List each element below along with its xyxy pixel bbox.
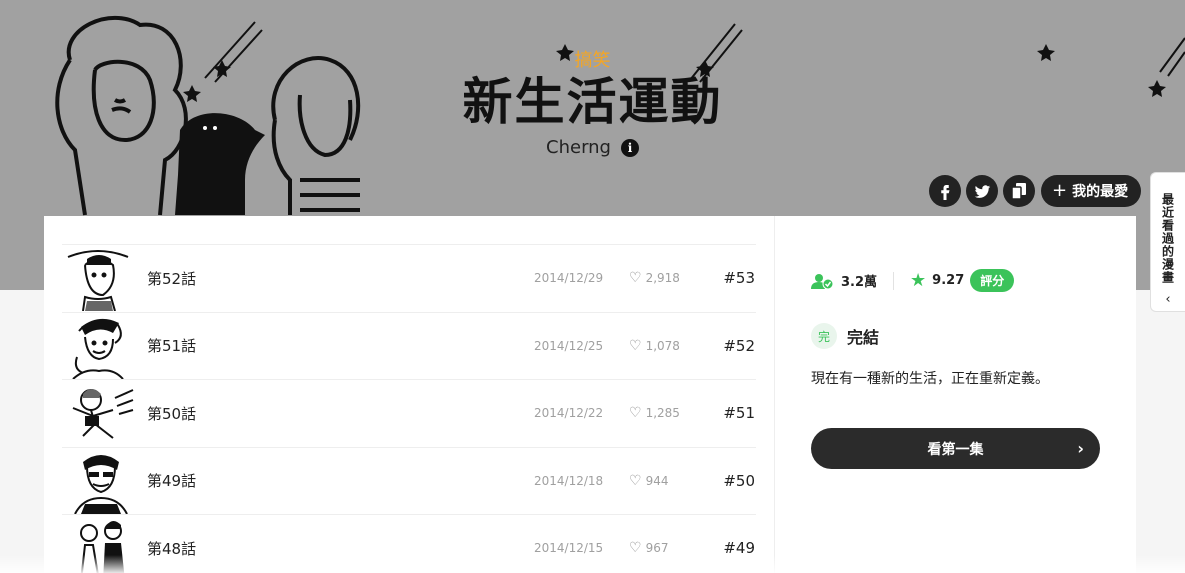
plus-icon: + (1052, 180, 1068, 201)
episode-row[interactable]: 第51話 2014/12/25 ♡ 1,078 #52 (62, 312, 756, 380)
comic-page: 搞笑 新生活運動 Cherng i + 我的最愛 最近看過的漫畫 ‹ 第52話 … (0, 0, 1185, 573)
episode-title: 第52話 (147, 269, 197, 288)
panel-divider (774, 216, 775, 573)
twitter-share-button[interactable] (966, 175, 998, 207)
heart-icon: ♡ (629, 540, 642, 557)
episode-title: 第48話 (147, 539, 197, 558)
episode-date: 2014/12/25 (534, 338, 604, 353)
episode-likes: ♡ 1,078 (629, 338, 680, 354)
completion-status: 完 完結 (811, 323, 879, 349)
episode-title: 第49話 (147, 472, 197, 491)
facebook-share-button[interactable] (929, 175, 961, 207)
facebook-icon (941, 185, 950, 200)
add-favorite-button[interactable]: + 我的最愛 (1041, 175, 1142, 207)
episode-row[interactable]: 第52話 2014/12/29 ♡ 2,918 #53 (62, 245, 756, 313)
episode-date: 2014/12/22 (534, 406, 604, 421)
episode-list: 第52話 2014/12/29 ♡ 2,918 #53 第51話 2014/12/… (62, 244, 756, 573)
episode-row[interactable]: 第50話 2014/12/22 ♡ 1,285 #51 (62, 380, 756, 448)
episode-like-count: 944 (645, 473, 669, 488)
episode-like-count: 2,918 (645, 271, 680, 286)
episode-title: 第51話 (147, 337, 197, 356)
twitter-icon (974, 184, 990, 198)
rating-value: 9.27 (932, 273, 965, 288)
episode-number: #50 (723, 471, 755, 490)
comic-description: 現在有一種新的生活，正在重新定義。 (811, 371, 1049, 387)
comic-info-sidebar: 3.2萬 ★ 9.27 評分 完 完結 現在有一種新的生活，正在重新定義。 看第… (811, 216, 1111, 573)
episode-row[interactable]: 第49話 2014/12/18 ♡ 944 #50 (62, 447, 756, 515)
subscribers-icon (811, 273, 834, 289)
recent-comics-label: 最近看過的漫畫 (1160, 193, 1175, 284)
episode-likes: ♡ 944 (629, 473, 668, 489)
episode-thumbnail (63, 312, 134, 379)
episode-number: #49 (723, 539, 755, 558)
comic-title: 新生活運動 (462, 73, 723, 131)
episode-date: 2014/12/18 (534, 473, 604, 488)
episode-date: 2014/12/29 (534, 271, 604, 286)
episode-thumbnail (63, 380, 134, 447)
episode-like-count: 1,285 (645, 406, 680, 421)
episode-like-count: 967 (645, 541, 669, 556)
star-icon: ★ (910, 270, 927, 291)
episode-thumbnail (63, 245, 134, 312)
rate-button[interactable]: 評分 (970, 269, 1015, 292)
episode-number: #52 (723, 336, 755, 355)
subscriber-count: 3.2萬 (841, 275, 878, 290)
stats-divider (893, 271, 895, 290)
status-label: 完結 (847, 328, 880, 347)
episode-likes: ♡ 1,285 (629, 405, 680, 421)
completed-icon: 完 (811, 323, 837, 349)
episode-likes: ♡ 967 (629, 540, 668, 556)
episode-thumbnail (63, 515, 134, 573)
recent-comics-tab[interactable]: 最近看過的漫畫 ‹ (1150, 172, 1185, 312)
heart-icon: ♡ (629, 405, 642, 422)
episode-date: 2014/12/15 (534, 541, 604, 556)
copy-link-button[interactable] (1003, 175, 1035, 207)
heart-icon: ♡ (629, 337, 642, 354)
author-row: Cherng i (0, 137, 1185, 158)
chevron-right-icon: › (1077, 439, 1084, 458)
author-name[interactable]: Cherng (546, 137, 611, 158)
episode-number: #51 (723, 404, 755, 423)
read-first-episode-button[interactable]: 看第一集 › (811, 428, 1100, 469)
heart-icon: ♡ (629, 270, 642, 287)
episode-number: #53 (723, 269, 755, 288)
episode-likes: ♡ 2,918 (629, 270, 680, 286)
episode-row[interactable]: 第48話 2014/12/15 ♡ 967 #49 (62, 515, 756, 573)
episode-like-count: 1,078 (645, 338, 680, 353)
info-icon[interactable]: i (620, 138, 639, 157)
comic-stats: 3.2萬 ★ 9.27 評分 (811, 269, 1015, 292)
favorite-label: 我的最愛 (1072, 184, 1129, 200)
share-toolbar: + 我的最愛 (929, 175, 1142, 207)
copy-link-icon (1012, 183, 1026, 199)
episode-title: 第50話 (147, 404, 197, 423)
episode-panel: 第52話 2014/12/29 ♡ 2,918 #53 第51話 2014/12/… (44, 216, 1136, 573)
heart-icon: ♡ (629, 472, 642, 489)
episode-thumbnail (63, 447, 134, 514)
read-first-label: 看第一集 (927, 441, 984, 458)
chevron-left-icon: ‹ (1165, 292, 1171, 307)
